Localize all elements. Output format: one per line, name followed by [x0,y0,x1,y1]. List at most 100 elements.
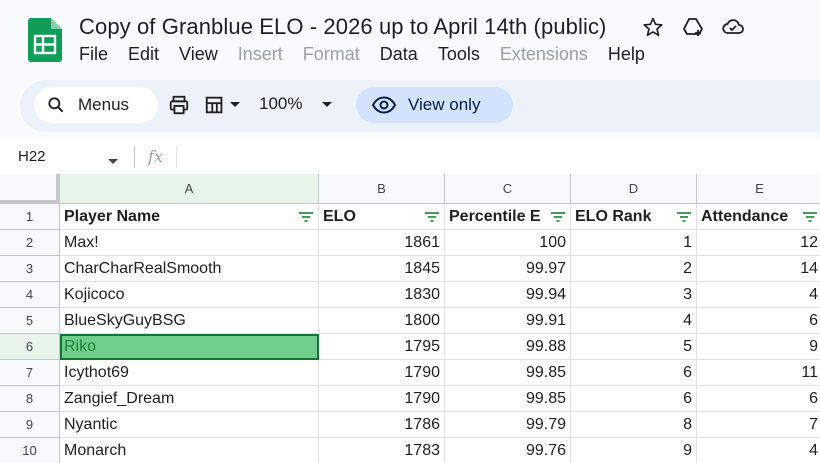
cell-value: BlueSkyGuyBSG [64,311,186,329]
filter-icon[interactable] [550,211,566,223]
formula-bar: H22 fx [0,140,820,174]
cell-e8[interactable]: 6 [697,386,820,412]
cell-c3[interactable]: 99.97 [445,256,571,282]
cell-a7[interactable]: Icythot69 [60,360,319,386]
cell-a8[interactable]: Zangief_Dream [60,386,319,412]
cell-d4[interactable]: 3 [571,282,697,308]
name-box[interactable]: H22 [18,148,46,165]
cell-c10[interactable]: 99.76 [445,438,571,463]
column-header-a[interactable]: A [60,174,319,204]
header-cell-3[interactable]: Percentile E [445,204,571,230]
cell-c4[interactable]: 99.94 [445,282,571,308]
cell-e6[interactable]: 9 [697,334,820,360]
sheets-logo-icon[interactable] [28,18,62,62]
cell-d8[interactable]: 6 [571,386,697,412]
cell-d6[interactable]: 5 [571,334,697,360]
cell-c9[interactable]: 99.79 [445,412,571,438]
cell-a4[interactable]: Kojicoco [60,282,319,308]
cell-c5[interactable]: 99.91 [445,308,571,334]
cloud-status-icon[interactable] [720,14,746,40]
cell-b7[interactable]: 1790 [319,360,445,386]
cell-b3[interactable]: 1845 [319,256,445,282]
cell-c6[interactable]: 99.88 [445,334,571,360]
row-header-9[interactable]: 9 [0,412,60,438]
cell-d7[interactable]: 6 [571,360,697,386]
cell-a10[interactable]: Monarch [60,438,319,463]
header-cell-5[interactable]: Attendance [697,204,820,230]
cell-c8[interactable]: 99.85 [445,386,571,412]
row-header-3[interactable]: 3 [0,256,60,282]
row-header-7[interactable]: 7 [0,360,60,386]
view-only-button[interactable]: View only [356,87,513,123]
cell-b2[interactable]: 1861 [319,230,445,256]
document-title[interactable]: Copy of Granblue ELO - 2026 up to April … [79,14,607,40]
cell-a6[interactable]: Riko [60,334,319,360]
zoom-select[interactable]: 100% [259,94,302,114]
star-icon[interactable] [640,14,666,40]
cell-a2[interactable]: Max! [60,230,319,256]
cell-e7[interactable]: 11 [697,360,820,386]
cell-value: 1 [683,233,692,251]
cell-e2[interactable]: 12 [697,230,820,256]
search-icon [48,97,64,113]
cell-b5[interactable]: 1800 [319,308,445,334]
cell-d9[interactable]: 8 [571,412,697,438]
cell-a5[interactable]: BlueSkyGuyBSG [60,308,319,334]
cell-a3[interactable]: CharCharRealSmooth [60,256,319,282]
filter-icon[interactable] [298,211,314,223]
cell-c7[interactable]: 99.85 [445,360,571,386]
column-header-d[interactable]: D [571,174,697,204]
menu-tools[interactable]: Tools [438,44,480,65]
header-cell-4[interactable]: ELO Rank [571,204,697,230]
filter-icon[interactable] [802,211,818,223]
cell-b6[interactable]: 1795 [319,334,445,360]
cell-e5[interactable]: 6 [697,308,820,334]
cell-e10[interactable]: 4 [697,438,820,463]
menu-edit[interactable]: Edit [128,44,159,65]
cell-value: Kojicoco [64,285,125,303]
row-header-6[interactable]: 6 [0,334,60,360]
select-all-corner[interactable] [0,174,60,204]
row-header-4[interactable]: 4 [0,282,60,308]
zoom-chevron-down-icon[interactable] [320,92,334,118]
search-menus-button[interactable]: Menus [34,87,158,123]
row-header-8[interactable]: 8 [0,386,60,412]
move-to-drive-icon[interactable] [680,14,706,40]
menu-help[interactable]: Help [608,44,645,65]
menu-view[interactable]: View [179,44,218,65]
row-header-5[interactable]: 5 [0,308,60,334]
column-header-e[interactable]: E [697,174,820,204]
title-icons [640,14,746,40]
cell-d10[interactable]: 9 [571,438,697,463]
row-header-10[interactable]: 10 [0,438,60,463]
cell-d3[interactable]: 2 [571,256,697,282]
cell-c2[interactable]: 100 [445,230,571,256]
menu-data[interactable]: Data [380,44,418,65]
header-cell-2[interactable]: ELO [319,204,445,230]
toolbar: Menus 100% View only [20,80,820,132]
cell-d5[interactable]: 4 [571,308,697,334]
filter-icon[interactable] [676,211,692,223]
cell-b4[interactable]: 1830 [319,282,445,308]
name-box-chevron-down-icon[interactable] [107,153,119,171]
cell-d2[interactable]: 1 [571,230,697,256]
header-cell-1[interactable]: Player Name [60,204,319,230]
cell-b8[interactable]: 1790 [319,386,445,412]
spreadsheet-grid[interactable]: A B C D E 1 Player Name ELO Percentile E ELO Rank… [0,174,820,463]
column-header-b[interactable]: B [319,174,445,204]
row-header-2[interactable]: 2 [0,230,60,256]
column-header-c[interactable]: C [445,174,571,204]
cell-e3[interactable]: 14 [697,256,820,282]
menu-file[interactable]: File [79,44,108,65]
cell-b10[interactable]: 1783 [319,438,445,463]
row-header-1[interactable]: 1 [0,204,60,230]
cell-b9[interactable]: 1786 [319,412,445,438]
filter-icon[interactable] [424,211,440,223]
cell-a9[interactable]: Nyantic [60,412,319,438]
format-options-icon[interactable] [202,92,228,118]
chevron-down-icon[interactable] [228,92,242,118]
print-icon[interactable] [166,92,192,118]
cell-e4[interactable]: 4 [697,282,820,308]
cell-e9[interactable]: 7 [697,412,820,438]
eye-icon [372,96,396,114]
